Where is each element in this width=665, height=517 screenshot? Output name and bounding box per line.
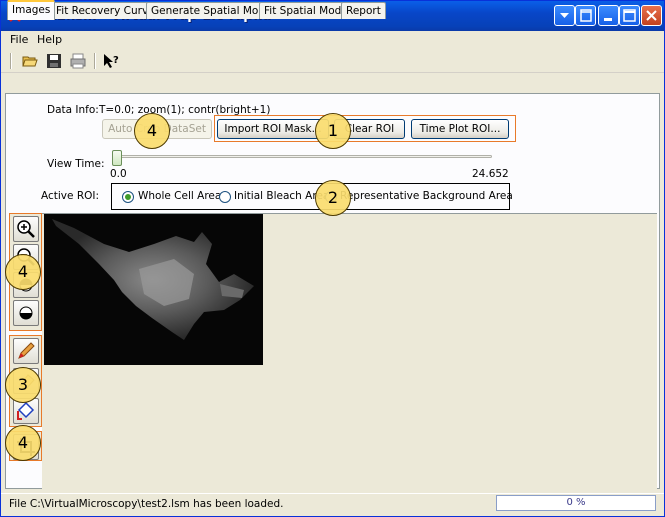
- microscopy-image[interactable]: [44, 214, 263, 365]
- open-folder-icon[interactable]: [21, 52, 39, 70]
- callout-4-crop: 4: [5, 425, 41, 461]
- tab-fit-recovery-curve[interactable]: Fit Recovery Curve: [51, 2, 160, 19]
- application-window: test2.lsm - Virtual Frap 1.0 Alpha File …: [0, 0, 665, 517]
- menu-help[interactable]: Help: [37, 33, 62, 46]
- maximize-icon: [623, 9, 636, 22]
- view-time-slider-thumb[interactable]: [112, 150, 122, 166]
- radio-whole-cell-area-label[interactable]: Whole Cell Area: [138, 190, 221, 202]
- tab-images[interactable]: Images: [7, 0, 56, 20]
- callout-4-zoom: 4: [5, 254, 41, 290]
- menu-file[interactable]: File: [10, 33, 28, 46]
- restore-window-button[interactable]: [575, 5, 596, 26]
- minimize-icon: [604, 18, 612, 21]
- import-roi-mask-button[interactable]: Import ROI Mask...: [217, 119, 329, 139]
- pencil-button[interactable]: [13, 338, 39, 364]
- view-time-label: View Time:: [47, 158, 105, 170]
- print-icon[interactable]: [69, 52, 87, 70]
- pencil-icon: [18, 342, 35, 359]
- status-message: File C:\VirtualMicroscopy\test2.lsm has …: [9, 498, 284, 510]
- view-time-min: 0.0: [110, 168, 127, 180]
- svg-text:?: ?: [113, 55, 119, 66]
- save-icon[interactable]: [45, 52, 63, 70]
- contrast-down-icon: [19, 306, 33, 320]
- view-time-slider-track[interactable]: [114, 155, 492, 158]
- context-help-icon[interactable]: ?: [102, 52, 120, 70]
- callout-2: 2: [315, 180, 351, 216]
- progress-bar: 0 %: [496, 495, 656, 511]
- contrast-down-button[interactable]: [13, 300, 39, 326]
- callout-1: 1: [315, 113, 351, 149]
- close-button[interactable]: [641, 5, 662, 26]
- radio-initial-bleach-area[interactable]: [219, 191, 231, 203]
- maximize-button[interactable]: [619, 5, 640, 26]
- minimize-button[interactable]: [598, 5, 619, 26]
- menu-bar: File Help: [1, 31, 664, 49]
- cell-image: [44, 214, 263, 365]
- radio-background-area-label[interactable]: Representative Background Area: [340, 190, 513, 202]
- zoom-in-icon: [17, 220, 35, 238]
- callout-4-auto-crop: 4: [134, 113, 170, 149]
- restore-icon: [580, 9, 592, 22]
- toolbar-separator: [94, 53, 96, 69]
- time-plot-roi-button[interactable]: Time Plot ROI...: [411, 119, 509, 139]
- window-menu-icon: [560, 13, 569, 18]
- zoom-in-button[interactable]: [13, 216, 39, 242]
- close-icon: [646, 10, 657, 21]
- view-time-max: 24.652: [472, 168, 509, 180]
- active-roi-label: Active ROI:: [41, 190, 100, 202]
- callout-3-drawing: 3: [5, 367, 41, 403]
- tab-report[interactable]: Report: [341, 2, 386, 19]
- toolbar: ?: [1, 49, 664, 73]
- data-info-label: Data Info:: [47, 104, 99, 116]
- toolbar-grip: [10, 53, 12, 69]
- window-menu-button[interactable]: [554, 5, 575, 26]
- radio-whole-cell-area[interactable]: [122, 191, 134, 203]
